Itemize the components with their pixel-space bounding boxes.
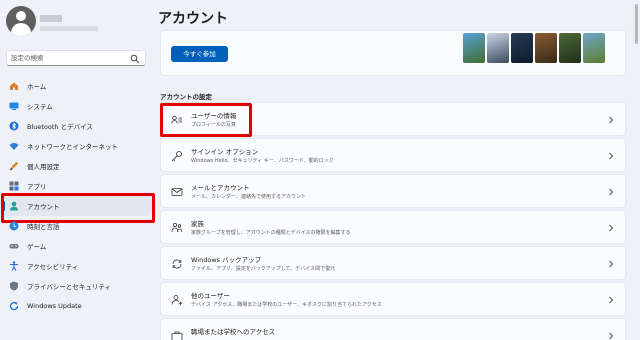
row-description: メール、カレンダー、連絡先で使用するアカウント bbox=[191, 194, 306, 200]
account-settings-list: ユーザーの情報 プロフィールの写真 サインイン オプション Windows He… bbox=[160, 102, 626, 340]
sidebar-item-gaming[interactable]: ゲーム bbox=[0, 236, 152, 256]
row-title: 職場または学校へのアクセス bbox=[191, 328, 276, 336]
row-work-school-access[interactable]: 職場または学校へのアクセス bbox=[160, 318, 626, 340]
row-title: 他のユーザー bbox=[191, 292, 230, 300]
section-label: アカウントの設定 bbox=[160, 93, 212, 101]
sidebar-item-windows-update[interactable]: Windows Update bbox=[0, 296, 152, 316]
brush-icon bbox=[9, 161, 19, 171]
sidebar-item-label: アカウント bbox=[27, 203, 60, 211]
sidebar: 設定の検索 ホーム システム Bluetooth とデバイス ネットワークとイン… bbox=[0, 0, 155, 340]
row-user-info[interactable]: ユーザーの情報 プロフィールの写真 bbox=[160, 102, 626, 137]
chevron-right-icon bbox=[609, 260, 614, 268]
sidebar-item-accounts[interactable]: アカウント bbox=[0, 193, 155, 223]
game-thumbnails bbox=[463, 33, 605, 63]
sidebar-item-label: ホーム bbox=[27, 83, 47, 91]
avatar[interactable] bbox=[6, 6, 36, 36]
sidebar-item-label: Bluetooth とデバイス bbox=[27, 123, 93, 131]
row-title: 家族 bbox=[191, 220, 204, 228]
game-thumbnail bbox=[559, 33, 581, 63]
sidebar-item-system[interactable]: システム bbox=[0, 96, 152, 116]
monitor-icon bbox=[9, 101, 19, 111]
row-windows-backup[interactable]: Windows バックアップ ファイル、アプリ、設定をバックアップして、デバイス… bbox=[160, 246, 626, 280]
row-email-accounts[interactable]: メールとアカウント メール、カレンダー、連絡先で使用するアカウント bbox=[160, 174, 626, 208]
sidebar-item-network[interactable]: ネットワークとインターネット bbox=[0, 136, 152, 156]
search-input[interactable]: 設定の検索 bbox=[6, 50, 146, 66]
row-description: ファイル、アプリ、設定をバックアップして、デバイス間で復元 bbox=[191, 266, 336, 272]
active-indicator bbox=[3, 201, 5, 211]
sidebar-item-label: システム bbox=[27, 103, 53, 111]
shield-icon bbox=[9, 281, 19, 291]
game-thumbnail bbox=[511, 33, 533, 63]
chevron-right-icon bbox=[609, 296, 614, 304]
family-icon bbox=[171, 222, 183, 234]
sidebar-item-bluetooth[interactable]: Bluetooth とデバイス bbox=[0, 116, 152, 136]
row-title: サインイン オプション bbox=[191, 148, 259, 156]
sidebar-item-label: プライバシーとセキュリティ bbox=[27, 283, 111, 291]
row-family[interactable]: 家族 家族グループを管理し、アカウントの種類とデバイスの権限を編集する bbox=[160, 210, 626, 244]
wifi-icon bbox=[9, 141, 19, 151]
row-description: プロフィールの写真 bbox=[191, 122, 236, 128]
chevron-right-icon bbox=[609, 224, 614, 232]
sidebar-item-home[interactable]: ホーム bbox=[0, 76, 152, 96]
row-sign-in-options[interactable]: サインイン オプション Windows Hello、セキュリティ キー、パスワー… bbox=[160, 138, 626, 172]
sidebar-item-accessibility[interactable]: アクセシビリティ bbox=[0, 256, 152, 276]
game-thumbnail bbox=[583, 33, 605, 63]
mail-icon bbox=[171, 186, 183, 198]
promo-card: 今すぐ参加 bbox=[160, 30, 626, 76]
update-icon bbox=[9, 301, 19, 311]
chevron-right-icon bbox=[609, 332, 614, 340]
avatar-head bbox=[16, 11, 26, 21]
row-title: Windows バックアップ bbox=[191, 256, 262, 264]
home-icon bbox=[9, 81, 19, 91]
sidebar-item-label: 個人用設定 bbox=[27, 163, 60, 171]
sidebar-item-label: ネットワークとインターネット bbox=[27, 143, 118, 151]
search-icon bbox=[130, 54, 140, 64]
sidebar-nav: ホーム システム Bluetooth とデバイス ネットワークとインターネット … bbox=[0, 76, 155, 316]
row-other-users[interactable]: 他のユーザー デバイス アクセス、職場または学校のユーザー、キオスクに割り当てら… bbox=[160, 282, 626, 316]
game-thumbnail bbox=[535, 33, 557, 63]
game-thumbnail bbox=[487, 33, 509, 63]
row-title: メールとアカウント bbox=[191, 184, 250, 192]
sidebar-item-label: 時刻と言語 bbox=[27, 223, 60, 231]
user-email-redacted bbox=[40, 26, 98, 31]
accessibility-icon bbox=[9, 261, 19, 271]
avatar-body bbox=[11, 23, 31, 36]
row-description: デバイス アクセス、職場または学校のユーザー、キオスクに割り当てられたアクセス bbox=[191, 302, 382, 308]
sidebar-item-time-language[interactable]: 時刻と言語 bbox=[0, 216, 152, 236]
sidebar-item-label: アクセシビリティ bbox=[27, 263, 79, 271]
chevron-right-icon bbox=[609, 116, 614, 124]
bluetooth-icon bbox=[9, 121, 19, 131]
game-thumbnail bbox=[463, 33, 485, 63]
apps-icon bbox=[9, 181, 19, 191]
sidebar-item-privacy[interactable]: プライバシーとセキュリティ bbox=[0, 276, 152, 296]
row-title: ユーザーの情報 bbox=[191, 112, 237, 120]
row-description: Windows Hello、セキュリティ キー、パスワード、動的ロック bbox=[191, 158, 334, 164]
sidebar-item-label: アプリ bbox=[27, 183, 47, 191]
user-info-icon bbox=[171, 114, 183, 126]
page-title: アカウント bbox=[158, 11, 228, 27]
briefcase-icon bbox=[171, 330, 183, 340]
sidebar-item-label: Windows Update bbox=[27, 302, 82, 310]
globe-clock-icon bbox=[9, 221, 19, 231]
chevron-right-icon bbox=[609, 152, 614, 160]
gamepad-icon bbox=[9, 241, 19, 251]
sidebar-item-personalization[interactable]: 個人用設定 bbox=[0, 156, 152, 176]
row-description: 家族グループを管理し、アカウントの種類とデバイスの権限を編集する bbox=[191, 230, 351, 236]
scrollbar[interactable] bbox=[635, 4, 638, 44]
join-now-button[interactable]: 今すぐ参加 bbox=[171, 46, 228, 62]
key-icon bbox=[171, 150, 183, 162]
chevron-right-icon bbox=[609, 188, 614, 196]
user-name-redacted bbox=[40, 15, 62, 22]
sidebar-item-label: ゲーム bbox=[27, 243, 47, 251]
search-placeholder: 設定の検索 bbox=[11, 54, 44, 62]
backup-icon bbox=[171, 258, 183, 270]
other-users-icon bbox=[171, 294, 183, 306]
person-icon bbox=[9, 201, 19, 211]
